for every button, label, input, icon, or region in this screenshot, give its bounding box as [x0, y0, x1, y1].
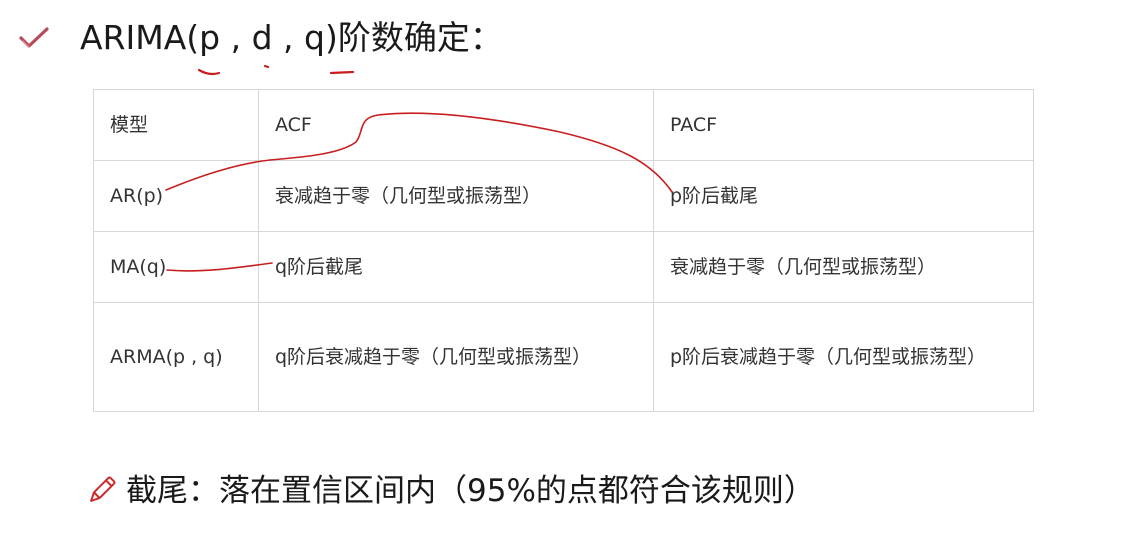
cell-pacf: 衰减趋于零（几何型或振荡型） — [653, 231, 1034, 303]
header-model: 模型 — [93, 89, 259, 161]
header-acf: ACF — [258, 89, 654, 161]
table-row: MA(q) q阶后截尾 衰减趋于零（几何型或振荡型） — [93, 231, 1034, 303]
cell-pacf: p阶后截尾 — [653, 160, 1034, 232]
page-title: ARIMA(p , d , q)阶数确定： — [80, 18, 503, 57]
arima-order-table: 模型 ACF PACF AR(p) 衰减趋于零（几何型或振荡型） p阶后截尾 M… — [93, 89, 1034, 412]
table-row: ARMA(p , q) q阶后衰减趋于零（几何型或振荡型） p阶后衰减趋于零（几… — [93, 302, 1034, 412]
table-header-row: 模型 ACF PACF — [93, 89, 1034, 161]
dot-d — [263, 64, 270, 69]
pencil-icon — [90, 476, 116, 502]
cell-model: AR(p) — [93, 160, 259, 232]
cell-model: ARMA(p , q) — [93, 302, 259, 412]
underline-p — [197, 68, 221, 76]
cell-pacf: p阶后衰减趋于零（几何型或振荡型） — [653, 302, 1034, 412]
table-row: AR(p) 衰减趋于零（几何型或振荡型） p阶后截尾 — [93, 160, 1034, 232]
cell-acf: q阶后衰减趋于零（几何型或振荡型） — [258, 302, 654, 412]
truncation-definition: 截尾：落在置信区间内（95%的点都符合该规则） — [126, 473, 815, 509]
underline-q — [329, 70, 355, 75]
check-icon — [19, 27, 49, 48]
cell-acf: q阶后截尾 — [258, 231, 654, 303]
cell-model: MA(q) — [93, 231, 259, 303]
header-pacf: PACF — [653, 89, 1034, 161]
cell-acf: 衰减趋于零（几何型或振荡型） — [258, 160, 654, 232]
